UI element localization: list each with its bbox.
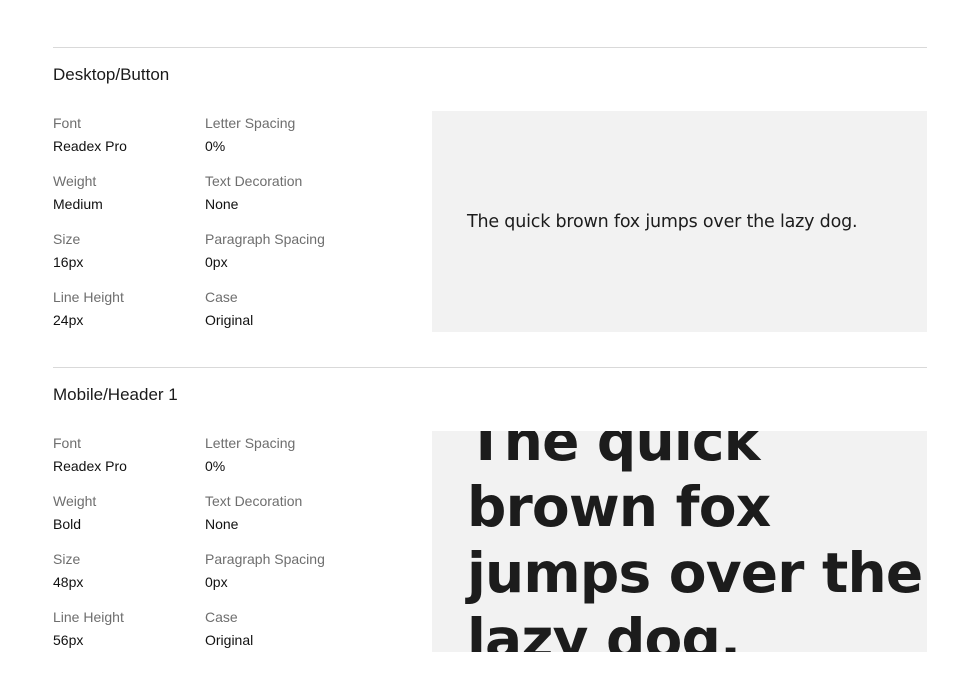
prop-paragraph-spacing: Paragraph Spacing 0px [205,230,385,271]
typography-spec-page: Desktop/Button Font Readex Pro Letter Sp… [0,0,980,693]
prop-label: Paragraph Spacing [205,231,325,247]
prop-label: Case [205,289,238,305]
prop-letter-spacing: Letter Spacing 0% [205,434,385,475]
prop-text-decoration: Text Decoration None [205,492,385,533]
prop-label: Letter Spacing [205,115,296,131]
preview-sample-text: The quick brown fox jumps over the lazy … [467,211,858,232]
prop-value: 0% [205,458,226,474]
prop-value: 0px [205,574,228,590]
prop-value: None [205,196,239,212]
prop-label: Text Decoration [205,173,303,189]
prop-label: Case [205,609,238,625]
prop-text-decoration: Text Decoration None [205,172,385,213]
section-divider [53,367,927,368]
prop-value: 0% [205,138,226,154]
prop-paragraph-spacing: Paragraph Spacing 0px [205,550,385,591]
prop-label: Letter Spacing [205,435,296,451]
prop-letter-spacing: Letter Spacing 0% [205,114,385,155]
section-title-desktop-button: Desktop/Button [53,65,170,84]
prop-case: Case Original [205,288,385,329]
prop-value: 0px [205,254,228,270]
prop-value: Original [205,632,254,648]
prop-case: Case Original [205,608,385,649]
section-title-mobile-header-1: Mobile/Header 1 [53,385,178,404]
prop-value: Original [205,312,254,328]
prop-value: None [205,516,239,532]
section-divider [53,47,927,48]
prop-label: Paragraph Spacing [205,551,325,567]
type-preview-desktop-button: The quick brown fox jumps over the lazy … [432,111,927,332]
type-preview-mobile-header-1: The quick brown fox jumps over the lazy … [432,431,927,652]
preview-sample-text: The quick brown fox jumps over the lazy … [467,431,923,652]
prop-label: Text Decoration [205,493,303,509]
